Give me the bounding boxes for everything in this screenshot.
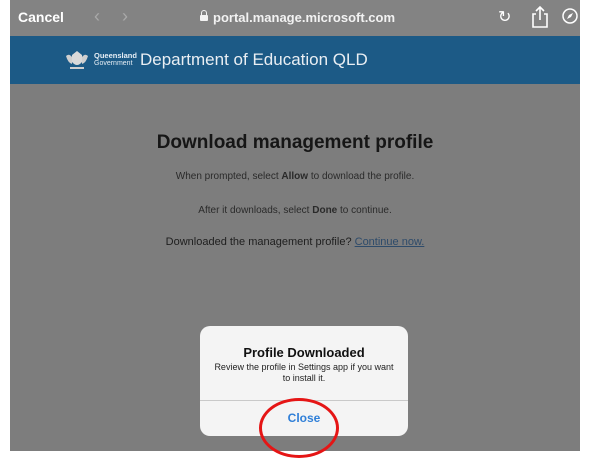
instruction-done-bold: Done [312, 205, 338, 216]
reload-icon[interactable]: ↻ [498, 7, 511, 27]
share-icon[interactable] [530, 5, 550, 29]
continue-prompt-text: Downloaded the management profile? [165, 236, 355, 248]
department-title: Department of Education QLD [140, 50, 368, 69]
site-header: Queensland Government Department of Educ… [10, 36, 580, 84]
instruction-done: After it downloads, select Done to conti… [10, 205, 580, 216]
logo-line2: Government [94, 60, 133, 67]
instruction-allow-pre: When prompted, select [175, 171, 282, 182]
alert-message: Review the profile in Settings app if yo… [214, 362, 394, 383]
queensland-crest-icon [66, 51, 88, 69]
chevron-right-icon[interactable]: › [122, 6, 128, 27]
page-title: Download management profile [156, 132, 434, 153]
url-text: portal.manage.microsoft.com [213, 10, 396, 25]
instruction-allow-post: to download the profile. [308, 171, 415, 182]
ipad-screen: Cancel ‹ › portal.manage.microsoft.com ↻… [10, 0, 580, 451]
chevron-left-icon[interactable]: ‹ [94, 6, 100, 27]
instruction-allow: When prompted, select Allow to download … [10, 171, 580, 182]
instruction-done-pre: After it downloads, select [198, 205, 313, 216]
logo-line1: Queensland [94, 51, 137, 60]
instruction-done-post: to continue. [337, 205, 392, 216]
address-bar[interactable]: portal.manage.microsoft.com [200, 10, 395, 25]
instruction-allow-bold: Allow [281, 171, 309, 182]
browser-toolbar: Cancel ‹ › portal.manage.microsoft.com ↻ [10, 0, 580, 36]
government-logo-text: Queensland Government [94, 52, 137, 68]
lock-icon [200, 10, 208, 21]
cancel-button[interactable]: Cancel [18, 9, 64, 25]
continue-prompt: Downloaded the management profile? Conti… [10, 236, 580, 248]
compass-icon[interactable] [562, 8, 578, 24]
alert-title: Profile Downloaded [243, 345, 365, 360]
continue-now-link[interactable]: Continue now. [355, 236, 425, 248]
red-highlight-circle [259, 398, 339, 458]
